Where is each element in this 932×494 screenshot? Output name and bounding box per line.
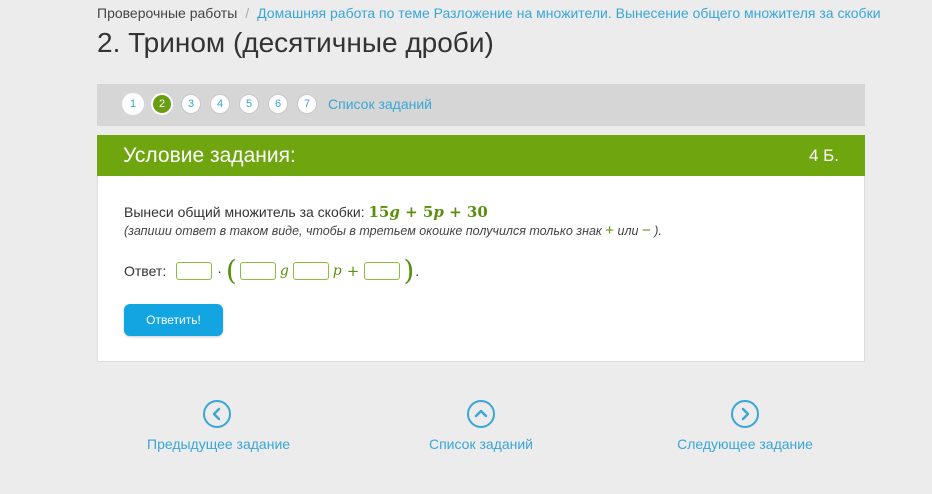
expr-var-g: g <box>389 203 400 221</box>
note-suffix: ). <box>654 224 662 238</box>
expr-coef-2: 5 <box>422 203 434 221</box>
page-title: 2. Трином (десятичные дроби) <box>97 27 494 58</box>
expr-plus-2: + <box>449 203 462 221</box>
pager-item-5[interactable]: 5 <box>239 94 259 114</box>
answer-label: Ответ: <box>124 263 167 279</box>
expr-plus-1: + <box>405 203 418 221</box>
note-prefix: (запиши ответ в таком виде, чтобы в трет… <box>124 224 602 238</box>
note-or: или <box>617 224 639 238</box>
pager-item-2[interactable]: 2 <box>151 93 173 115</box>
expr-coef-1: 15 <box>368 203 390 221</box>
task-header-title: Условие задания: <box>123 144 296 167</box>
answer-var-g: g <box>279 263 289 279</box>
breadcrumb-root-link[interactable]: Проверочные работы <box>97 5 237 21</box>
pager-item-3[interactable]: 3 <box>181 94 201 114</box>
submit-answer-button[interactable]: Ответить! <box>124 304 223 336</box>
condition-text: Вынеси общий множитель за скобки: <box>124 204 365 220</box>
answer-var-p: p <box>332 263 342 279</box>
task-note: (запиши ответ в таком виде, чтобы в трет… <box>124 222 662 239</box>
answer-row: Ответ: · ( g p + ) . <box>124 256 419 286</box>
note-plus-sign: + <box>605 222 615 239</box>
breadcrumb-separator: / <box>245 5 250 21</box>
breadcrumb-current-link[interactable]: Домашняя работа по теме Разложение на мн… <box>257 5 880 21</box>
condition-expression: 15g + 5p + 30 <box>369 203 488 221</box>
next-task-link[interactable]: Следующее задание <box>675 400 815 452</box>
next-task-label[interactable]: Следующее задание <box>675 436 815 452</box>
chevron-left-icon[interactable] <box>203 400 231 428</box>
answer-input-2[interactable] <box>239 262 276 280</box>
task-card: Условие задания: 4 Б. Вынеси общий множи… <box>97 135 865 362</box>
pager-task-list-link[interactable]: Список заданий <box>328 96 432 112</box>
multiply-dot: · <box>217 263 222 279</box>
answer-input-1[interactable] <box>176 262 213 280</box>
task-condition: Вынеси общий множитель за скобки: 15g + … <box>124 203 488 221</box>
breadcrumb: Проверочные работы / Домашняя работа по те… <box>97 5 881 21</box>
open-paren: ( <box>225 254 237 287</box>
pager-item-4[interactable]: 4 <box>210 94 230 114</box>
chevron-right-icon[interactable] <box>731 400 759 428</box>
prev-task-label[interactable]: Предыдущее задание <box>147 436 290 452</box>
pager-item-7[interactable]: 7 <box>297 94 317 114</box>
task-pager: 1 2 3 4 5 6 7 Список заданий <box>97 84 865 126</box>
task-points: 4 Б. <box>808 146 839 165</box>
answer-period: . <box>415 263 420 279</box>
task-list-label[interactable]: Список заданий <box>421 436 541 452</box>
task-header: Условие задания: 4 Б. <box>97 135 865 176</box>
pager-item-1[interactable]: 1 <box>122 93 144 115</box>
note-minus-sign: − <box>641 222 651 239</box>
task-list-link[interactable]: Список заданий <box>421 400 541 452</box>
expr-coef-3: 30 <box>466 203 488 221</box>
answer-input-4[interactable] <box>364 262 401 280</box>
expr-var-p: p <box>433 203 444 221</box>
close-paren: ) <box>403 254 415 287</box>
answer-plus: + <box>346 262 360 280</box>
chevron-up-icon[interactable] <box>467 400 495 428</box>
prev-task-link[interactable]: Предыдущее задание <box>147 400 290 452</box>
answer-input-3[interactable] <box>292 262 329 280</box>
pager-item-6[interactable]: 6 <box>268 94 288 114</box>
